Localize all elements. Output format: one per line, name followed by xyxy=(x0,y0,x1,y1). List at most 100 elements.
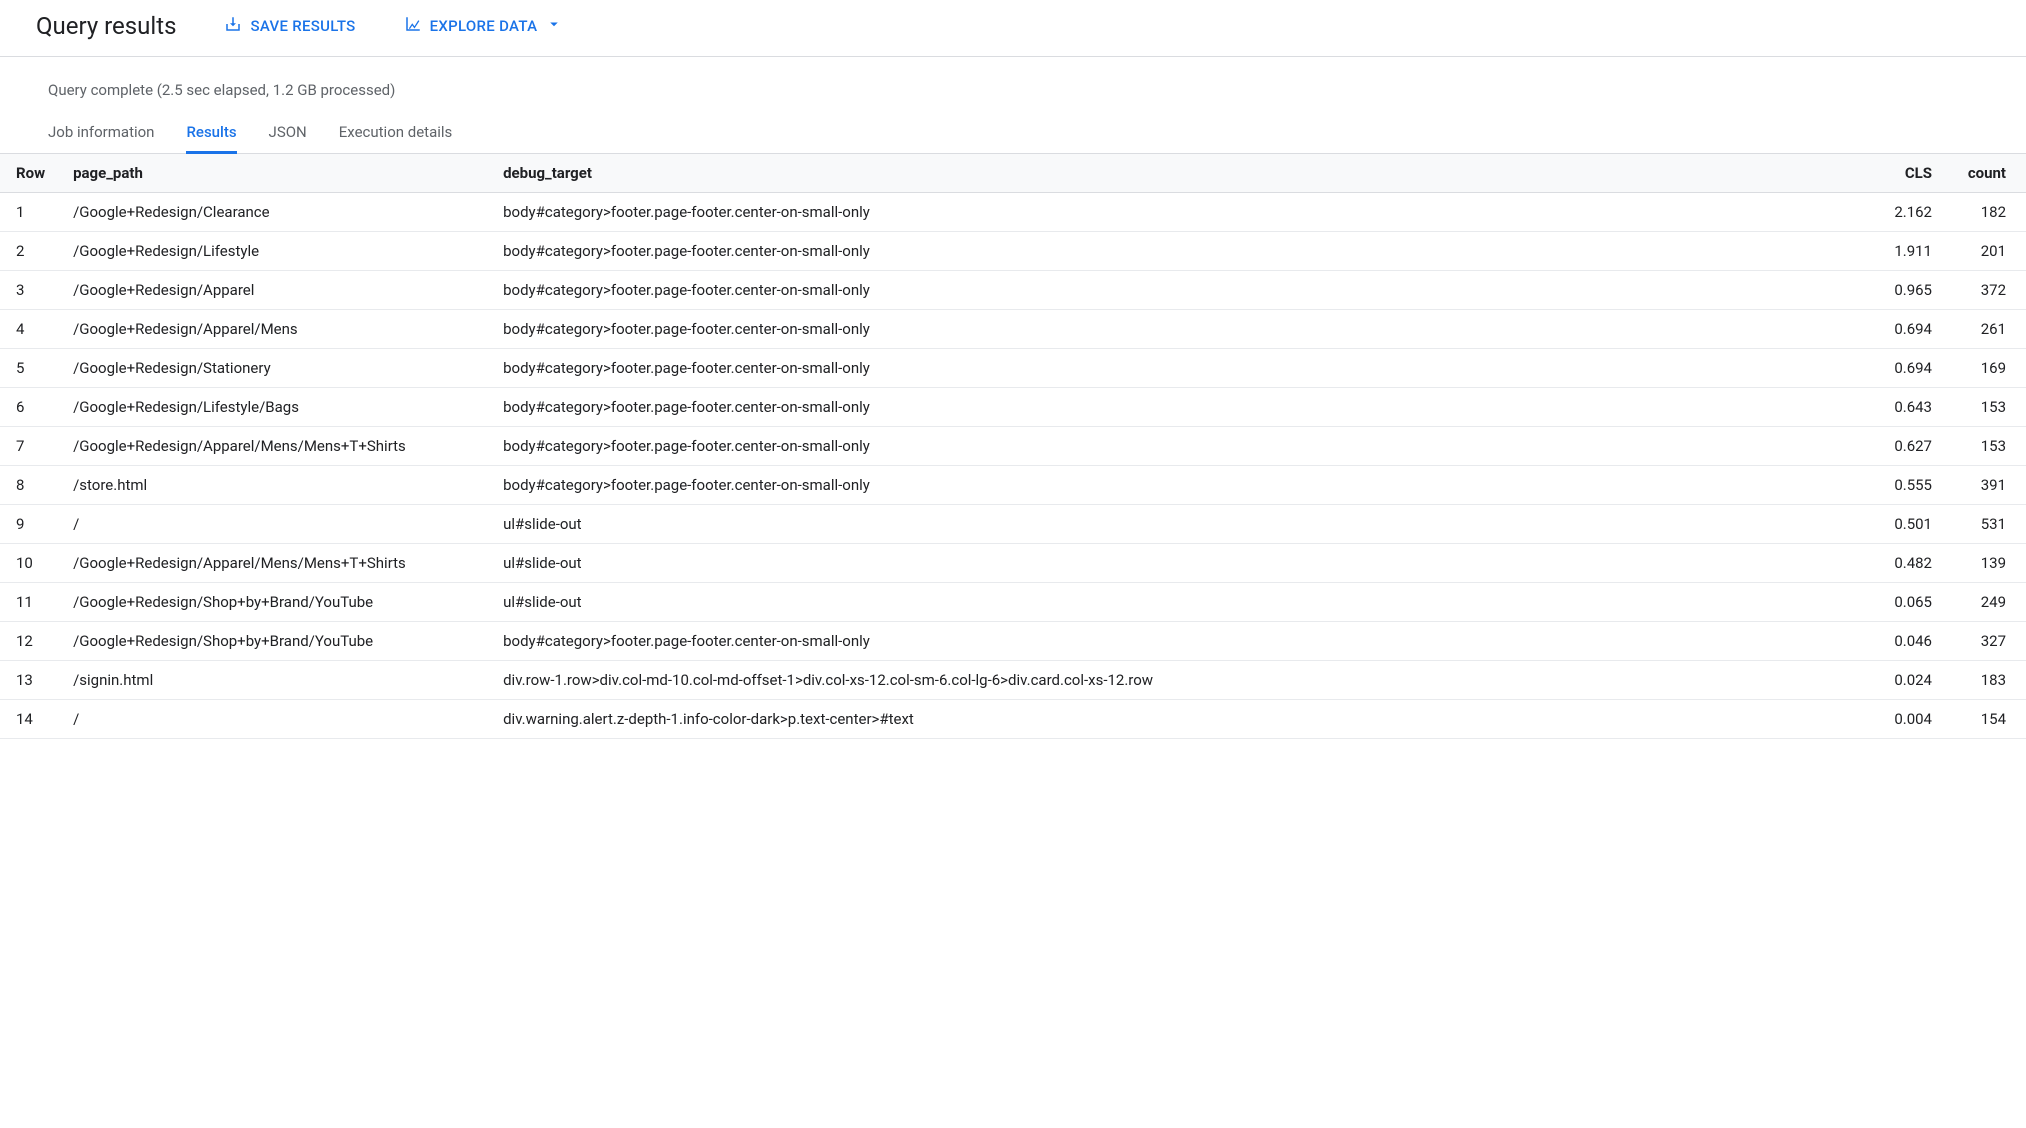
cell-row-num: 8 xyxy=(0,466,59,505)
cell-page-path: /Google+Redesign/Apparel/Mens/Mens+T+Shi… xyxy=(59,544,489,583)
cell-count: 249 xyxy=(1946,583,2026,622)
table-row[interactable]: 6/Google+Redesign/Lifestyle/Bagsbody#cat… xyxy=(0,388,2026,427)
tabs: Job information Results JSON Execution d… xyxy=(0,115,2026,154)
table-row[interactable]: 13/signin.htmldiv.row-1.row>div.col-md-1… xyxy=(0,661,2026,700)
cell-cls: 0.046 xyxy=(1866,622,1946,661)
cell-count: 327 xyxy=(1946,622,2026,661)
cell-row-num: 6 xyxy=(0,388,59,427)
explore-data-label: Explore Data xyxy=(430,17,538,35)
cell-count: 261 xyxy=(1946,310,2026,349)
table-row[interactable]: 3/Google+Redesign/Apparelbody#category>f… xyxy=(0,271,2026,310)
explore-data-button[interactable]: Explore Data xyxy=(404,15,564,37)
dropdown-icon xyxy=(545,15,563,37)
cell-count: 169 xyxy=(1946,349,2026,388)
save-results-label: Save Results xyxy=(250,17,355,35)
chart-icon xyxy=(404,15,422,37)
cell-debug-target: ul#slide-out xyxy=(489,583,1866,622)
results-table: Row page_path debug_target CLS count 1/G… xyxy=(0,154,2026,739)
table-row[interactable]: 8/store.htmlbody#category>footer.page-fo… xyxy=(0,466,2026,505)
cell-count: 139 xyxy=(1946,544,2026,583)
cell-row-num: 9 xyxy=(0,505,59,544)
cell-row-num: 3 xyxy=(0,271,59,310)
cell-count: 201 xyxy=(1946,232,2026,271)
cell-cls: 0.643 xyxy=(1866,388,1946,427)
col-header-count: count xyxy=(1946,154,2026,193)
cell-debug-target: body#category>footer.page-footer.center-… xyxy=(489,466,1866,505)
content: Query complete (2.5 sec elapsed, 1.2 GB … xyxy=(0,57,2026,739)
tab-json[interactable]: JSON xyxy=(269,115,307,154)
cell-row-num: 12 xyxy=(0,622,59,661)
table-row[interactable]: 5/Google+Redesign/Stationerybody#categor… xyxy=(0,349,2026,388)
table-row[interactable]: 10/Google+Redesign/Apparel/Mens/Mens+T+S… xyxy=(0,544,2026,583)
cell-debug-target: body#category>footer.page-footer.center-… xyxy=(489,193,1866,232)
cell-debug-target: div.warning.alert.z-depth-1.info-color-d… xyxy=(489,700,1866,739)
cell-page-path: /Google+Redesign/Apparel xyxy=(59,271,489,310)
save-results-button[interactable]: Save Results xyxy=(224,15,355,37)
cell-cls: 0.482 xyxy=(1866,544,1946,583)
cell-row-num: 11 xyxy=(0,583,59,622)
table-row[interactable]: 4/Google+Redesign/Apparel/Mensbody#categ… xyxy=(0,310,2026,349)
cell-cls: 0.965 xyxy=(1866,271,1946,310)
cell-count: 183 xyxy=(1946,661,2026,700)
cell-row-num: 7 xyxy=(0,427,59,466)
table-row[interactable]: 7/Google+Redesign/Apparel/Mens/Mens+T+Sh… xyxy=(0,427,2026,466)
col-header-page-path: page_path xyxy=(59,154,489,193)
col-header-cls: CLS xyxy=(1866,154,1946,193)
cell-page-path: / xyxy=(59,700,489,739)
table-row[interactable]: 1/Google+Redesign/Clearancebody#category… xyxy=(0,193,2026,232)
cell-debug-target: body#category>footer.page-footer.center-… xyxy=(489,388,1866,427)
table-row[interactable]: 14/div.warning.alert.z-depth-1.info-colo… xyxy=(0,700,2026,739)
cell-debug-target: body#category>footer.page-footer.center-… xyxy=(489,232,1866,271)
cell-page-path: / xyxy=(59,505,489,544)
cell-count: 153 xyxy=(1946,427,2026,466)
cell-count: 182 xyxy=(1946,193,2026,232)
table-row[interactable]: 11/Google+Redesign/Shop+by+Brand/YouTube… xyxy=(0,583,2026,622)
cell-debug-target: body#category>footer.page-footer.center-… xyxy=(489,310,1866,349)
cell-row-num: 4 xyxy=(0,310,59,349)
cell-row-num: 1 xyxy=(0,193,59,232)
cell-count: 531 xyxy=(1946,505,2026,544)
cell-debug-target: ul#slide-out xyxy=(489,505,1866,544)
cell-debug-target: body#category>footer.page-footer.center-… xyxy=(489,349,1866,388)
cell-page-path: /Google+Redesign/Lifestyle/Bags xyxy=(59,388,489,427)
col-header-debug-target: debug_target xyxy=(489,154,1866,193)
tab-results[interactable]: Results xyxy=(186,115,236,154)
cell-cls: 0.065 xyxy=(1866,583,1946,622)
cell-page-path: /Google+Redesign/Lifestyle xyxy=(59,232,489,271)
cell-cls: 0.694 xyxy=(1866,349,1946,388)
cell-cls: 0.555 xyxy=(1866,466,1946,505)
cell-debug-target: body#category>footer.page-footer.center-… xyxy=(489,427,1866,466)
cell-debug-target: body#category>footer.page-footer.center-… xyxy=(489,271,1866,310)
results-table-wrap: Row page_path debug_target CLS count 1/G… xyxy=(0,154,2026,739)
table-row[interactable]: 2/Google+Redesign/Lifestylebody#category… xyxy=(0,232,2026,271)
cell-cls: 1.911 xyxy=(1866,232,1946,271)
table-row[interactable]: 12/Google+Redesign/Shop+by+Brand/YouTube… xyxy=(0,622,2026,661)
cell-row-num: 5 xyxy=(0,349,59,388)
tab-job-information[interactable]: Job information xyxy=(48,115,154,154)
cell-page-path: /Google+Redesign/Apparel/Mens/Mens+T+Shi… xyxy=(59,427,489,466)
cell-row-num: 10 xyxy=(0,544,59,583)
cell-debug-target: body#category>footer.page-footer.center-… xyxy=(489,622,1866,661)
col-header-row: Row xyxy=(0,154,59,193)
cell-page-path: /Google+Redesign/Apparel/Mens xyxy=(59,310,489,349)
cell-page-path: /store.html xyxy=(59,466,489,505)
cell-count: 153 xyxy=(1946,388,2026,427)
cell-count: 372 xyxy=(1946,271,2026,310)
cell-debug-target: div.row-1.row>div.col-md-10.col-md-offse… xyxy=(489,661,1866,700)
page-title: Query results xyxy=(36,12,176,40)
cell-cls: 0.694 xyxy=(1866,310,1946,349)
cell-row-num: 2 xyxy=(0,232,59,271)
cell-cls: 0.501 xyxy=(1866,505,1946,544)
tab-execution-details[interactable]: Execution details xyxy=(339,115,453,154)
cell-page-path: /Google+Redesign/Shop+by+Brand/YouTube xyxy=(59,583,489,622)
download-icon xyxy=(224,15,242,37)
cell-count: 154 xyxy=(1946,700,2026,739)
table-header-row: Row page_path debug_target CLS count xyxy=(0,154,2026,193)
cell-row-num: 14 xyxy=(0,700,59,739)
header-actions: Save Results Explore Data xyxy=(224,15,563,37)
cell-page-path: /Google+Redesign/Clearance xyxy=(59,193,489,232)
cell-page-path: /Google+Redesign/Shop+by+Brand/YouTube xyxy=(59,622,489,661)
cell-page-path: /Google+Redesign/Stationery xyxy=(59,349,489,388)
cell-debug-target: ul#slide-out xyxy=(489,544,1866,583)
table-row[interactable]: 9/ul#slide-out0.501531 xyxy=(0,505,2026,544)
